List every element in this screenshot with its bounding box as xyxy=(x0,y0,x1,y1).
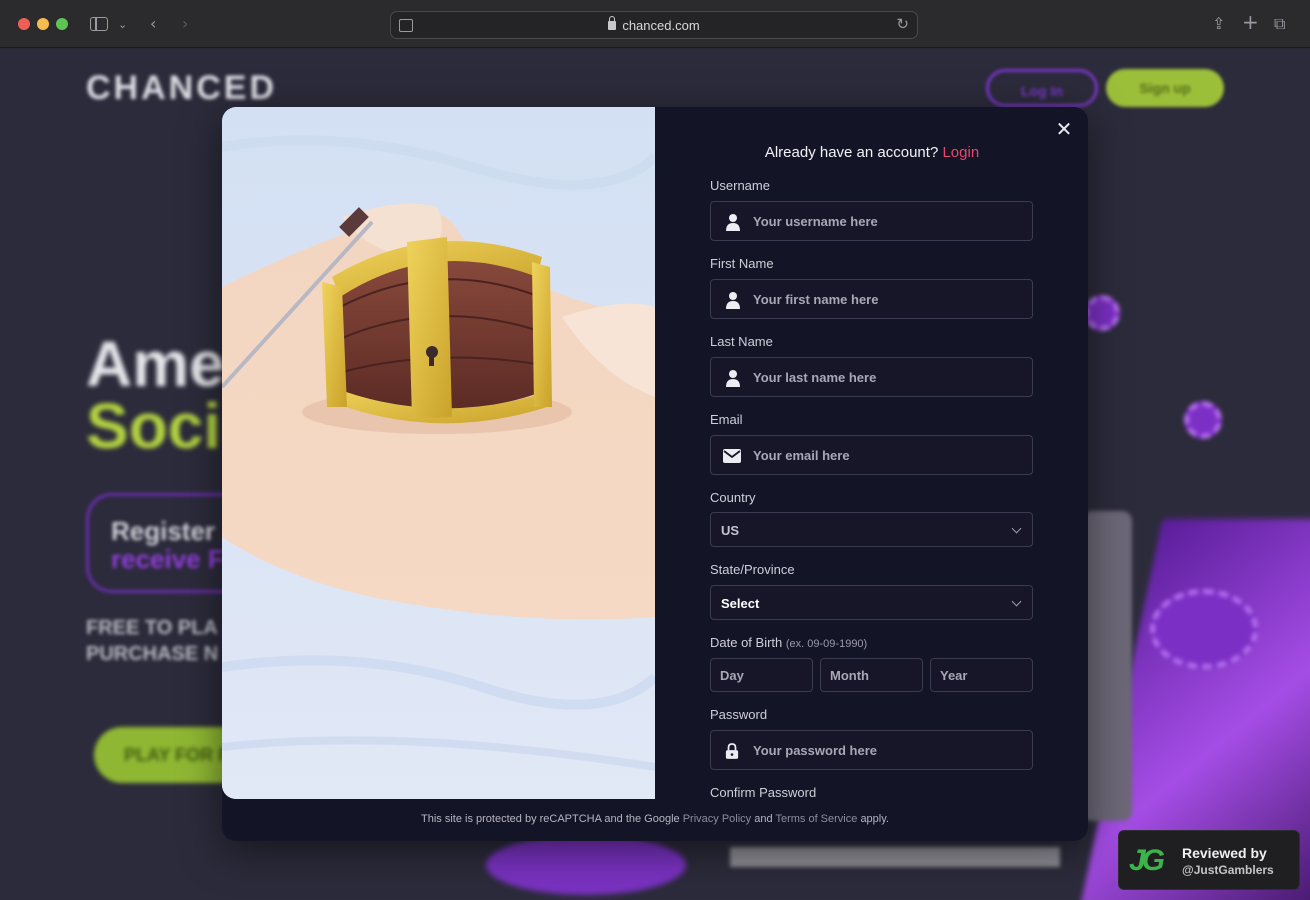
background-laptop xyxy=(1082,511,1132,821)
new-tab-icon[interactable]: + xyxy=(1242,12,1259,32)
chevron-down-icon xyxy=(1011,596,1022,607)
country-select[interactable]: US xyxy=(710,512,1033,547)
state-label: State/Province xyxy=(710,562,795,577)
chevron-down-icon[interactable]: ⌄ xyxy=(118,15,127,35)
recaptcha-suffix: apply. xyxy=(860,813,889,825)
address-bar[interactable]: chanced.com ↻ xyxy=(390,11,918,39)
reload-icon[interactable]: ↻ xyxy=(896,15,909,33)
site-logo[interactable]: CHANCED xyxy=(86,69,277,108)
poker-chip-icon xyxy=(1184,401,1222,439)
privacy-policy-link[interactable]: Privacy Policy xyxy=(683,813,751,825)
background-laptop-base xyxy=(730,847,1060,867)
review-badge[interactable]: JG Reviewed by @JustGamblers xyxy=(1118,830,1300,890)
recaptcha-notice: This site is protected by reCAPTCHA and … xyxy=(222,813,1088,825)
zoom-window-button[interactable] xyxy=(56,18,68,30)
dob-day-input[interactable]: Day xyxy=(710,658,813,692)
dob-hint: (ex. 09-09-1990) xyxy=(785,638,868,650)
poker-chip-icon xyxy=(1084,295,1120,331)
dob-label-text: Date of Birth xyxy=(710,635,783,650)
dob-day-placeholder: Day xyxy=(720,668,744,683)
user-icon xyxy=(726,370,740,387)
password-label: Password xyxy=(710,707,768,722)
email-input[interactable]: Your email here xyxy=(710,435,1033,475)
dob-month-input[interactable]: Month xyxy=(820,658,923,692)
country-value: US xyxy=(721,523,740,538)
lock-icon xyxy=(608,16,617,30)
last-name-input[interactable]: Your last name here xyxy=(710,357,1033,397)
share-icon[interactable]: ⇪ xyxy=(1212,14,1225,34)
first-name-input[interactable]: Your first name here xyxy=(710,279,1033,319)
first-name-placeholder: Your first name here xyxy=(753,292,879,307)
minimize-window-button[interactable] xyxy=(37,18,49,30)
signup-modal: ✕ Already have an account? Login Usernam… xyxy=(222,107,1088,841)
header-signup-button: Sign up xyxy=(1106,69,1224,107)
poker-chip-icon xyxy=(1150,589,1258,669)
register-promo-line2: receive F xyxy=(111,544,224,574)
justgamblers-logo: JG xyxy=(1129,844,1165,877)
poker-chip-icon xyxy=(486,835,686,895)
state-select[interactable]: Select xyxy=(710,585,1033,620)
header-login-button: Log In xyxy=(986,69,1098,107)
dob-label: Date of Birth (ex. 09-09-1990) xyxy=(710,635,867,650)
already-text: Already have an account? xyxy=(764,144,939,161)
user-icon xyxy=(726,292,740,309)
tabs-overview-icon[interactable]: ⧉ xyxy=(1274,14,1285,34)
recaptcha-prefix: This site is protected by reCAPTCHA and … xyxy=(421,813,680,825)
password-placeholder: Your password here xyxy=(753,743,878,758)
country-label: Country xyxy=(710,490,756,505)
forward-icon[interactable]: › xyxy=(182,14,188,34)
username-input[interactable]: Your username here xyxy=(710,201,1033,241)
close-icon[interactable]: ✕ xyxy=(1054,119,1074,139)
treasure-chest-illustration xyxy=(222,107,655,799)
free-to-play-text: FREE TO PLA PURCHASE N xyxy=(86,615,218,667)
free-line1: FREE TO PLA xyxy=(86,617,218,639)
email-label: Email xyxy=(710,412,743,427)
url-text: chanced.com xyxy=(622,18,700,33)
register-promo-line1: Register xyxy=(111,516,216,546)
email-placeholder: Your email here xyxy=(753,448,850,463)
chevron-down-icon xyxy=(1011,523,1022,534)
terms-of-service-link[interactable]: Terms of Service xyxy=(775,813,857,825)
already-have-account: Already have an account? Login xyxy=(710,144,1034,161)
username-label: Username xyxy=(710,178,770,193)
lock-icon xyxy=(725,743,739,759)
hero-title-line2: Soci xyxy=(86,390,222,462)
recaptcha-and: and xyxy=(754,813,773,825)
login-link[interactable]: Login xyxy=(942,144,979,161)
password-input[interactable]: Your password here xyxy=(710,730,1033,770)
dob-year-input[interactable]: Year xyxy=(930,658,1033,692)
sidebar-toggle-icon[interactable] xyxy=(90,17,108,31)
confirm-password-label: Confirm Password xyxy=(710,785,817,800)
last-name-placeholder: Your last name here xyxy=(753,370,877,385)
dob-month-placeholder: Month xyxy=(830,668,869,683)
free-line2: PURCHASE N xyxy=(86,643,219,665)
review-line2: @JustGamblers xyxy=(1182,863,1274,877)
dob-year-placeholder: Year xyxy=(940,668,968,683)
mail-icon xyxy=(723,449,741,463)
user-icon xyxy=(726,214,740,231)
state-value: Select xyxy=(721,596,760,611)
first-name-label: First Name xyxy=(710,256,774,271)
username-placeholder: Your username here xyxy=(753,214,878,229)
last-name-label: Last Name xyxy=(710,334,773,349)
browser-toolbar: ⌄ ‹ › chanced.com ↻ ⇪ + ⧉ xyxy=(0,0,1310,48)
back-icon[interactable]: ‹ xyxy=(150,14,156,34)
review-line1: Reviewed by xyxy=(1182,845,1267,861)
treasure-chest-art xyxy=(222,107,655,799)
close-window-button[interactable] xyxy=(18,18,30,30)
